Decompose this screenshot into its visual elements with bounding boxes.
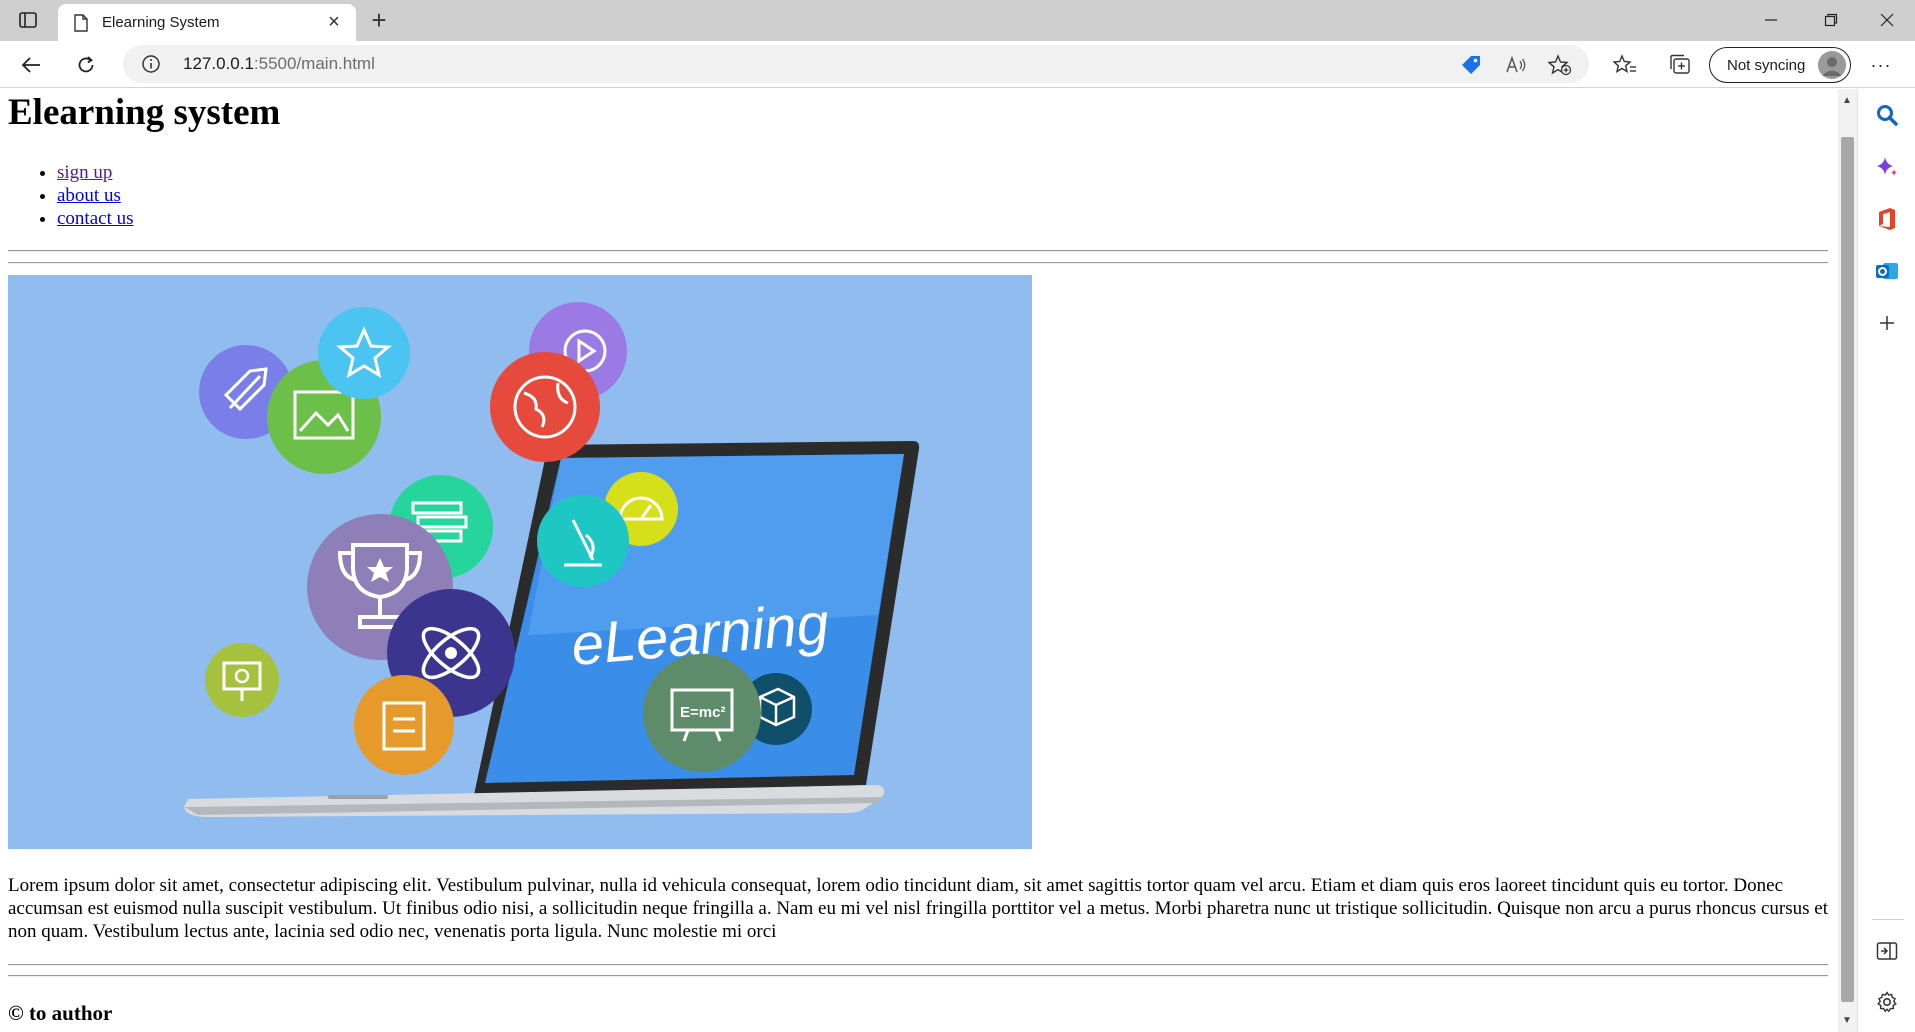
document-icon: [72, 13, 90, 33]
notebook-bubble: [354, 675, 454, 775]
divider: [8, 975, 1828, 977]
scrollbar-thumb[interactable]: [1841, 137, 1854, 1002]
page-viewport: Elearning system sign up about us contac…: [0, 89, 1838, 1032]
formula-bubble: E=mc²: [643, 654, 761, 772]
close-tab-icon[interactable]: ×: [322, 11, 346, 34]
copilot-sparkle-icon[interactable]: [1871, 151, 1903, 183]
sidebar-divider: [1872, 919, 1904, 920]
nav-item-sign-up: sign up: [57, 161, 134, 184]
globe-bubble: [490, 352, 600, 462]
presentation-bubble: [205, 643, 279, 717]
hide-sidebar-icon[interactable]: [1871, 935, 1903, 967]
minimize-icon[interactable]: [1743, 0, 1799, 40]
tab-strip: Elearning System × +: [0, 0, 1915, 41]
contact-us-link[interactable]: contact us: [57, 208, 134, 229]
star-bubble: [318, 307, 410, 399]
address-bar[interactable]: 127.0.0.1:5500/main.html: [123, 45, 1589, 83]
settings-gear-icon[interactable]: [1871, 986, 1903, 1018]
favorites-icon[interactable]: [1611, 51, 1639, 79]
add-favorite-icon[interactable]: [1548, 53, 1572, 77]
add-icon[interactable]: [1871, 307, 1903, 339]
browser-tab[interactable]: Elearning System ×: [58, 4, 356, 41]
sign-up-link[interactable]: sign up: [57, 162, 112, 183]
search-icon[interactable]: [1871, 99, 1903, 131]
shopping-tag-icon[interactable]: [1459, 53, 1483, 77]
sync-status-button[interactable]: Not syncing: [1709, 47, 1851, 83]
url-path: :5500/main.html: [253, 54, 375, 73]
elearning-hero-image: eLearning E=mc²: [8, 275, 1032, 849]
tab-actions-icon[interactable]: [12, 7, 44, 33]
outlook-icon[interactable]: [1871, 255, 1903, 287]
close-window-icon[interactable]: [1859, 0, 1915, 40]
more-options-icon[interactable]: ···: [1867, 51, 1895, 79]
read-aloud-icon[interactable]: [1504, 53, 1528, 77]
divider: [8, 262, 1828, 264]
formula-text: E=mc²: [680, 704, 725, 721]
office-icon[interactable]: [1871, 203, 1903, 235]
nav-links: sign up about us contact us: [8, 161, 134, 230]
site-info-icon[interactable]: [141, 54, 161, 79]
refresh-icon[interactable]: [69, 48, 103, 82]
scroll-down-arrow-icon[interactable]: ▼: [1842, 1015, 1852, 1026]
microscope-bubble: [537, 495, 629, 587]
new-tab-button[interactable]: +: [364, 6, 394, 36]
nav-item-about-us: about us: [57, 184, 134, 207]
footer-credit: © to author: [8, 1001, 113, 1025]
edge-sidebar: [1857, 89, 1915, 1032]
profile-avatar: [1818, 51, 1846, 79]
scroll-up-arrow-icon[interactable]: ▲: [1842, 95, 1852, 106]
sync-label: Not syncing: [1727, 56, 1806, 74]
back-arrow-icon[interactable]: [14, 48, 48, 82]
divider: [8, 964, 1828, 966]
url-text[interactable]: 127.0.0.1:5500/main.html: [183, 54, 375, 74]
about-us-link[interactable]: about us: [57, 185, 121, 206]
intro-paragraph: Lorem ipsum dolor sit amet, consectetur …: [8, 875, 1828, 942]
page-scrollbar[interactable]: ▲ ▼: [1838, 89, 1857, 1032]
url-host: 127.0.0.1: [183, 54, 254, 73]
restore-icon[interactable]: [1803, 0, 1859, 40]
address-toolbar: 127.0.0.1:5500/main.html Not syncing ···: [0, 41, 1915, 88]
nav-item-contact-us: contact us: [57, 207, 134, 230]
tab-title: Elearning System: [102, 14, 220, 31]
page-title: Elearning system: [8, 92, 281, 133]
collections-icon[interactable]: [1667, 51, 1695, 79]
divider: [8, 250, 1828, 252]
laptop-illustration: eLearning: [184, 441, 920, 817]
